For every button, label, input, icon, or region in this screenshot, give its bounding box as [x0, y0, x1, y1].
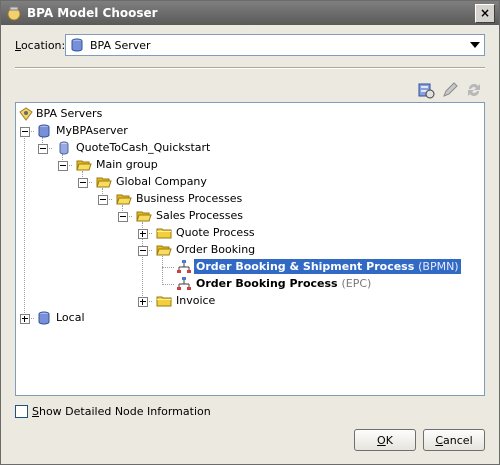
tree-node-main-group[interactable]: Main group [16, 157, 216, 173]
tree-node-label: Invoice [176, 294, 216, 307]
app-icon [7, 6, 21, 21]
collapse-toggle[interactable] [138, 246, 148, 256]
cancel-button[interactable]: Cancel [423, 429, 485, 451]
folder-open-icon [156, 245, 172, 256]
folder-icon [156, 228, 172, 239]
tree-node-label: Business Processes [136, 192, 243, 205]
folder-open-icon [76, 160, 92, 171]
model-tree[interactable]: BPA Servers MyBPAserver QuoteToCash_Quic… [15, 102, 485, 396]
divider [15, 67, 485, 69]
collapse-toggle[interactable] [20, 127, 30, 137]
folder-open-icon [136, 211, 152, 222]
collapse-toggle[interactable] [98, 195, 108, 205]
tree-node-label: Global Company [116, 175, 207, 188]
database-icon [38, 311, 50, 325]
tree-node-label: Main group [96, 158, 158, 171]
location-value: BPA Server [90, 39, 151, 52]
tree-node-business-processes[interactable]: Business Processes [16, 191, 276, 207]
detailed-info-checkbox[interactable] [15, 405, 28, 418]
edit-icon[interactable] [441, 81, 459, 99]
tree-node-order-booking-process[interactable]: Order Booking Process (EPC) [16, 276, 476, 292]
folder-open-icon [116, 194, 132, 205]
tree-node-label: Order Booking & Shipment Process (BPMN) [194, 259, 461, 274]
tree-node-sales-processes[interactable]: Sales Processes [16, 208, 276, 224]
detailed-info-label[interactable]: Show Detailed Node Information [32, 405, 211, 418]
tree-node-label: Local [56, 311, 85, 324]
tree-node-mybpaserver[interactable]: MyBPAserver [16, 123, 216, 139]
tree-node-local[interactable]: Local [16, 310, 216, 326]
tree-node-bpa-servers[interactable]: BPA Servers [16, 106, 216, 122]
title-bar[interactable]: BPA Model Chooser × [1, 1, 499, 25]
tree-node-quotetocash[interactable]: QuoteToCash_Quickstart [16, 140, 256, 156]
collapse-toggle[interactable] [118, 212, 128, 222]
collapse-toggle[interactable] [58, 161, 68, 171]
database-icon [59, 141, 69, 155]
tree-node-label: Order Booking Process (EPC) [196, 277, 372, 290]
expand-toggle[interactable] [138, 297, 148, 307]
tree-node-label: Quote Process [176, 226, 255, 239]
tree-node-label: Order Booking [176, 243, 256, 256]
ok-button[interactable]: OK [354, 429, 416, 451]
database-icon [71, 38, 83, 52]
process-model-icon [177, 260, 191, 273]
tree-node-order-booking[interactable]: Order Booking [16, 242, 276, 258]
folder-icon [156, 296, 172, 307]
tree-node-global-company[interactable]: Global Company [16, 174, 236, 190]
tree-node-label: BPA Servers [36, 107, 103, 120]
close-button[interactable]: × [475, 4, 495, 23]
refresh-icon[interactable] [465, 81, 483, 99]
expand-toggle[interactable] [20, 314, 30, 324]
expand-toggle[interactable] [138, 229, 148, 239]
chevron-down-icon[interactable] [470, 42, 480, 48]
tree-node-label: Sales Processes [156, 209, 244, 222]
window-title: BPA Model Chooser [27, 6, 158, 20]
tree-node-order-booking-shipment[interactable]: Order Booking & Shipment Process (BPMN) [16, 259, 476, 275]
server-group-icon [19, 107, 33, 121]
location-select[interactable]: BPA Server [65, 34, 485, 56]
tree-node-quote-process[interactable]: Quote Process [16, 225, 276, 241]
location-label: Location: [15, 39, 66, 52]
database-icon [38, 124, 50, 138]
folder-open-icon [96, 177, 112, 188]
collapse-toggle[interactable] [78, 178, 88, 188]
process-model-icon [177, 277, 191, 290]
tree-node-label: MyBPAserver [56, 124, 128, 137]
server-refresh-icon[interactable] [417, 81, 435, 99]
collapse-toggle[interactable] [38, 144, 48, 154]
tree-node-label: QuoteToCash_Quickstart [76, 141, 211, 154]
tree-node-invoice[interactable]: Invoice [16, 293, 276, 309]
dialog-window: BPA Model Chooser × Location: BPA Server [0, 0, 500, 465]
